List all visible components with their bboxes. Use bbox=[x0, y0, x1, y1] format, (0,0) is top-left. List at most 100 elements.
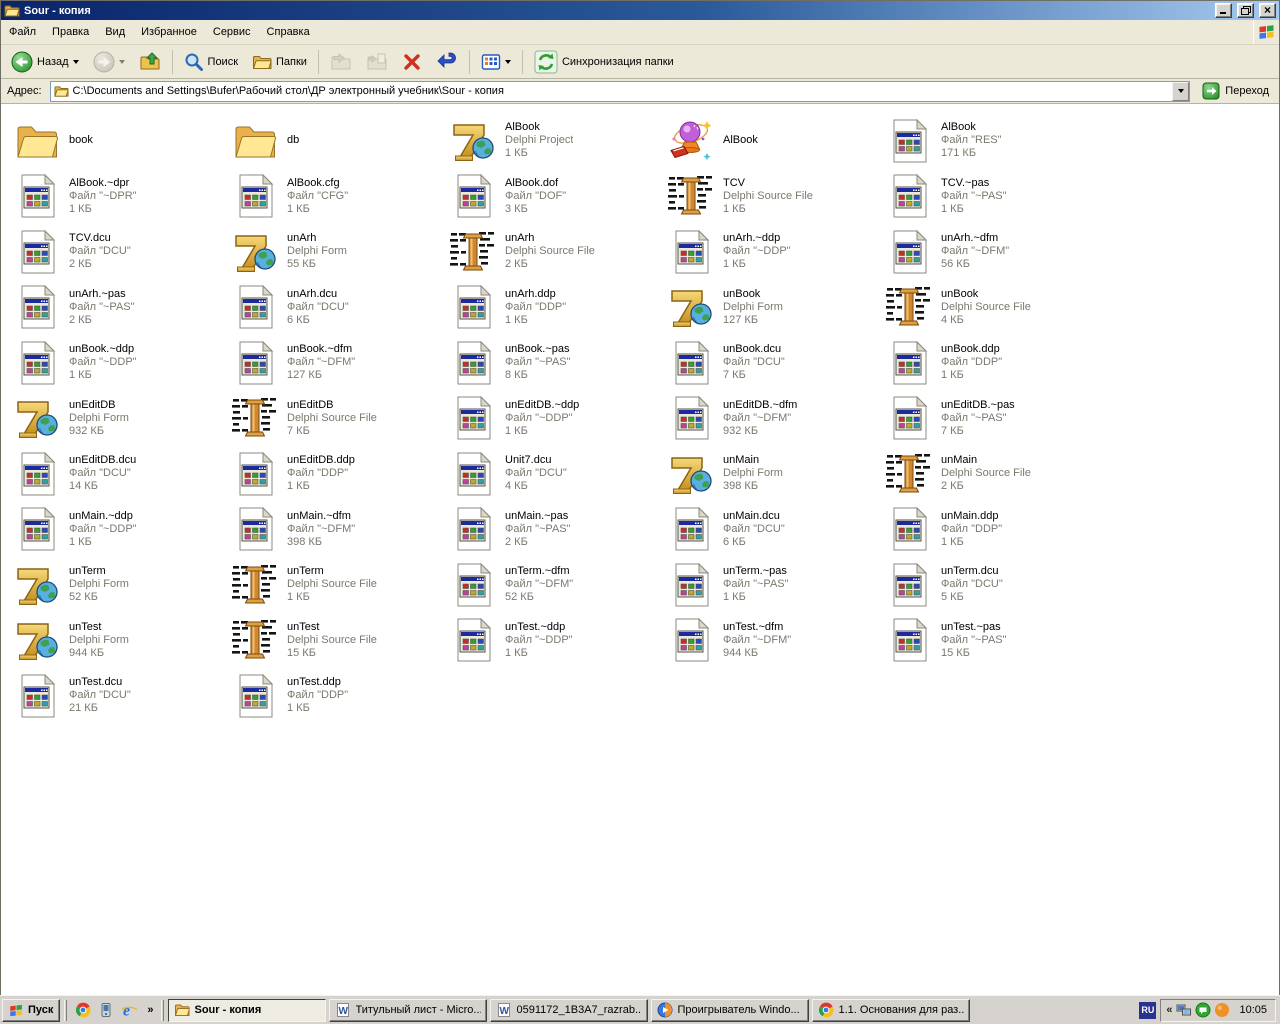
language-indicator[interactable]: RU bbox=[1139, 1001, 1157, 1019]
file-tile[interactable]: TCV.dcu Файл "DCU" 2 КБ bbox=[13, 224, 225, 280]
file-icon bbox=[667, 505, 715, 553]
copy-to-button[interactable] bbox=[360, 48, 394, 76]
file-size: 1 КБ bbox=[941, 369, 964, 382]
minimize-button[interactable] bbox=[1215, 3, 1232, 18]
views-button[interactable] bbox=[475, 48, 517, 76]
file-tile[interactable]: unTest.~ddp Файл "~DDP" 1 КБ bbox=[449, 613, 661, 669]
folders-button[interactable]: Папки bbox=[246, 48, 313, 76]
file-tile[interactable]: unBook.dcu Файл "DCU" 7 КБ bbox=[667, 335, 879, 391]
menu-tools[interactable]: Сервис bbox=[205, 20, 259, 44]
clock[interactable]: 10:05 bbox=[1234, 1004, 1270, 1016]
file-tile[interactable]: unTerm.~dfm Файл "~DFM" 52 КБ bbox=[449, 557, 661, 613]
move-to-button[interactable] bbox=[324, 48, 358, 76]
file-tile[interactable]: unArh.ddp Файл "DDP" 1 КБ bbox=[449, 280, 661, 336]
file-tile[interactable]: unBook.~dfm Файл "~DFM" 127 КБ bbox=[231, 335, 443, 391]
network-tray-icon[interactable] bbox=[1176, 1002, 1192, 1018]
delete-button[interactable] bbox=[396, 48, 428, 76]
file-tile[interactable]: unEditDB.~dfm Файл "~DFM" 932 КБ bbox=[667, 391, 879, 447]
folder-sync-button[interactable]: Синхронизация папки bbox=[528, 48, 680, 76]
file-tile[interactable]: unTest Delphi Form 944 КБ bbox=[13, 613, 225, 669]
file-tile[interactable]: unBook Delphi Source File 4 КБ bbox=[885, 280, 1097, 336]
file-tile[interactable]: book bbox=[13, 113, 225, 169]
file-tile[interactable]: unBook.~ddp Файл "~DDP" 1 КБ bbox=[13, 335, 225, 391]
menu-file[interactable]: Файл bbox=[1, 20, 44, 44]
file-tile[interactable]: unMain.~ddp Файл "~DDP" 1 КБ bbox=[13, 502, 225, 558]
file-tile[interactable]: unEditDB.dcu Файл "DCU" 14 КБ bbox=[13, 446, 225, 502]
file-tile[interactable]: unEditDB Delphi Source File 7 КБ bbox=[231, 391, 443, 447]
messenger-tray-icon[interactable] bbox=[1195, 1002, 1211, 1018]
file-tile[interactable]: unMain.~dfm Файл "~DFM" 398 КБ bbox=[231, 502, 443, 558]
file-tile[interactable]: unEditDB.~ddp Файл "~DDP" 1 КБ bbox=[449, 391, 661, 447]
quick-launch-overflow-chevron[interactable]: » bbox=[144, 1004, 156, 1016]
search-button[interactable]: Поиск bbox=[178, 48, 244, 76]
start-button[interactable]: Пуск bbox=[2, 998, 61, 1022]
menu-edit[interactable]: Правка bbox=[44, 20, 97, 44]
phone-quicklaunch-icon[interactable] bbox=[97, 1001, 115, 1019]
delphi7-icon bbox=[13, 561, 61, 609]
file-tile[interactable]: unTest.~dfm Файл "~DFM" 944 КБ bbox=[667, 613, 879, 669]
file-tile[interactable]: unEditDB.~pas Файл "~PAS" 7 КБ bbox=[885, 391, 1097, 447]
file-tile[interactable]: Unit7.dcu Файл "DCU" 4 КБ bbox=[449, 446, 661, 502]
file-tile[interactable]: unBook.ddp Файл "DDP" 1 КБ bbox=[885, 335, 1097, 391]
file-tile[interactable]: unMain Delphi Form 398 КБ bbox=[667, 446, 879, 502]
file-tile[interactable]: unTest Delphi Source File 15 КБ bbox=[231, 613, 443, 669]
file-tile[interactable]: unArh Delphi Form 55 КБ bbox=[231, 224, 443, 280]
file-size: 1 КБ bbox=[505, 646, 528, 659]
address-input[interactable]: C:\Documents and Settings\Bufer\Рабочий … bbox=[49, 80, 1191, 102]
file-tile[interactable]: unMain.ddp Файл "DDP" 1 КБ bbox=[885, 502, 1097, 558]
close-button[interactable]: × bbox=[1259, 3, 1276, 18]
file-tile[interactable]: unArh.~ddp Файл "~DDP" 1 КБ bbox=[667, 224, 879, 280]
file-tile[interactable]: unArh.~dfm Файл "~DFM" 56 КБ bbox=[885, 224, 1097, 280]
taskbar-task-button[interactable]: Проигрыватель Windo... bbox=[650, 998, 809, 1022]
forward-button[interactable] bbox=[87, 48, 131, 76]
file-tile[interactable]: unBook Delphi Form 127 КБ bbox=[667, 280, 879, 336]
file-tile[interactable]: unTerm Delphi Form 52 КБ bbox=[13, 557, 225, 613]
file-tile[interactable]: AlBook.dof Файл "DOF" 3 КБ bbox=[449, 169, 661, 225]
restore-button[interactable] bbox=[1237, 3, 1254, 18]
file-tile[interactable]: unTerm.dcu Файл "DCU" 5 КБ bbox=[885, 557, 1097, 613]
file-tile[interactable]: unMain Delphi Source File 2 КБ bbox=[885, 446, 1097, 502]
file-tile[interactable]: unTest.~pas Файл "~PAS" 15 КБ bbox=[885, 613, 1097, 669]
menu-favorites[interactable]: Избранное bbox=[133, 20, 205, 44]
file-tile[interactable]: AlBook Delphi Project 1 КБ bbox=[449, 113, 661, 169]
file-name: AlBook.dof bbox=[505, 176, 559, 189]
file-tile[interactable]: TCV Delphi Source File 1 КБ bbox=[667, 169, 879, 225]
file-tile[interactable]: AlBook.~dpr Файл "~DPR" 1 КБ bbox=[13, 169, 225, 225]
tray-chevron[interactable]: « bbox=[1166, 1004, 1172, 1016]
file-tile[interactable]: unArh.~pas Файл "~PAS" 2 КБ bbox=[13, 280, 225, 336]
menu-view[interactable]: Вид bbox=[97, 20, 133, 44]
titlebar[interactable]: Sour - копия × bbox=[1, 1, 1279, 20]
file-tile[interactable]: unBook.~pas Файл "~PAS" 8 КБ bbox=[449, 335, 661, 391]
file-name: unTerm bbox=[69, 565, 106, 578]
file-tile[interactable]: AlBook Файл "RES" 171 КБ bbox=[885, 113, 1097, 169]
go-button[interactable]: Переход bbox=[1195, 80, 1276, 103]
taskbar-task-button[interactable]: Sour - копия bbox=[167, 998, 326, 1022]
chrome-quicklaunch-icon[interactable] bbox=[74, 1001, 92, 1019]
back-button[interactable]: Назад bbox=[5, 48, 85, 76]
ie-quicklaunch-icon[interactable]: e bbox=[120, 1001, 138, 1019]
file-tile[interactable]: AlBook.cfg Файл "CFG" 1 КБ bbox=[231, 169, 443, 225]
file-size: 1 КБ bbox=[723, 258, 746, 271]
undo-button[interactable] bbox=[430, 48, 464, 76]
file-tile[interactable]: unTerm Delphi Source File 1 КБ bbox=[231, 557, 443, 613]
file-tile[interactable]: unTest.dcu Файл "DCU" 21 КБ bbox=[13, 668, 225, 724]
file-tile[interactable]: unEditDB.ddp Файл "DDP" 1 КБ bbox=[231, 446, 443, 502]
file-tile[interactable]: unTerm.~pas Файл "~PAS" 1 КБ bbox=[667, 557, 879, 613]
file-tile[interactable]: unMain.dcu Файл "DCU" 6 КБ bbox=[667, 502, 879, 558]
file-tile[interactable]: TCV.~pas Файл "~PAS" 1 КБ bbox=[885, 169, 1097, 225]
file-tile[interactable]: db bbox=[231, 113, 443, 169]
up-button[interactable] bbox=[133, 48, 167, 76]
file-tile[interactable]: unEditDB Delphi Form 932 КБ bbox=[13, 391, 225, 447]
menu-help[interactable]: Справка bbox=[259, 20, 318, 44]
file-tile[interactable]: unArh Delphi Source File 2 КБ bbox=[449, 224, 661, 280]
taskbar-task-button[interactable]: 1.1. Основания для раз... bbox=[811, 998, 970, 1022]
address-dropdown-button[interactable] bbox=[1172, 81, 1190, 101]
file-name: unEditDB bbox=[287, 398, 334, 411]
file-tile[interactable]: AlBook bbox=[667, 113, 879, 169]
file-tile[interactable]: unArh.dcu Файл "DCU" 6 КБ bbox=[231, 280, 443, 336]
file-tile[interactable]: unTest.ddp Файл "DDP" 1 КБ bbox=[231, 668, 443, 724]
taskbar-task-button[interactable]: W 0591172_1B3A7_razrab... bbox=[489, 998, 648, 1022]
orange-tray-icon[interactable] bbox=[1214, 1002, 1230, 1018]
file-tile[interactable]: unMain.~pas Файл "~PAS" 2 КБ bbox=[449, 502, 661, 558]
taskbar-task-button[interactable]: W Титульный лист - Micro... bbox=[328, 998, 487, 1022]
